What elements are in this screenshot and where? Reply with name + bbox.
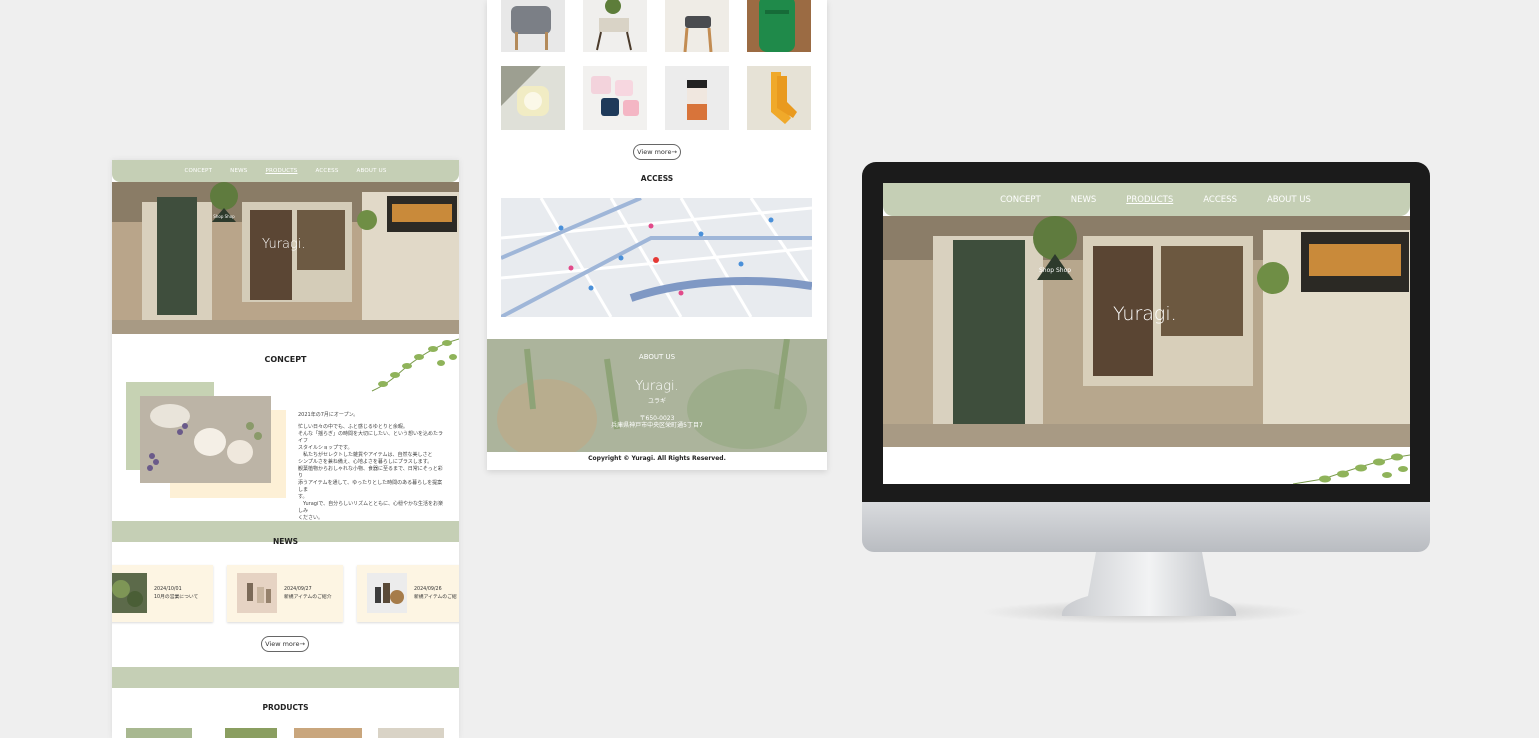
- news-title-text: 新規アイテムのご紹介: [284, 595, 332, 600]
- imac-nav-news[interactable]: NEWS: [1071, 195, 1097, 205]
- products-band: [112, 667, 459, 688]
- news-card[interactable]: 2024/09/27 新規アイテムのご紹介: [227, 565, 343, 622]
- imac-stand: [1061, 552, 1237, 616]
- about-kana: ユラギ: [647, 398, 666, 405]
- products-title-left: PRODUCTS: [262, 703, 309, 712]
- news-view-more-button[interactable]: View more→: [261, 636, 309, 652]
- access-map[interactable]: [501, 198, 812, 317]
- news-thumb: [237, 573, 277, 613]
- footer-copyright: Copyright © Yuragi. All Rights Reserved.: [588, 455, 726, 462]
- imac-nav-about[interactable]: ABOUT US: [1267, 195, 1311, 205]
- concept-line: 忙しい日々の中でも、ふと感じるゆとりと余暇。: [298, 424, 408, 430]
- imac-nav-access[interactable]: ACCESS: [1203, 195, 1237, 205]
- nav-news[interactable]: NEWS: [230, 168, 247, 174]
- nav-products[interactable]: PRODUCTS: [265, 168, 297, 174]
- imac-hero-logo: Yuragi.: [1113, 303, 1177, 325]
- product-wood-chair-image[interactable]: [583, 0, 647, 52]
- shop-sign-text: Shop Shop: [213, 214, 235, 219]
- news-card[interactable]: 2024/09/26 新規アイテムのご紹: [357, 565, 459, 622]
- product-thumb[interactable]: [378, 728, 444, 738]
- nav-concept[interactable]: CONCEPT: [184, 168, 212, 174]
- product-mugs-image[interactable]: [583, 66, 647, 130]
- hero-logo: Yuragi.: [262, 237, 306, 252]
- concept-text: 2021年の7月にオープン。 忙しい日々の中でも、ふと感じるゆとりと余暇。 そん…: [298, 412, 444, 522]
- about-address: 兵庫県神戸市中央区栄町通5丁目7: [611, 422, 703, 429]
- news-thumb: [367, 573, 407, 613]
- news-date: 2024/09/27: [284, 587, 312, 592]
- imac-chin: [862, 502, 1430, 552]
- imac-site-nav: CONCEPT NEWS PRODUCTS ACCESS ABOUT US: [883, 183, 1410, 216]
- access-title: ACCESS: [640, 174, 674, 183]
- concept-line: シンプルさを兼ね備え、心地よさを暮らしにプラスします。: [298, 459, 433, 465]
- product-socks-image[interactable]: [747, 66, 811, 130]
- hero-image: Shop Shop: [112, 182, 459, 334]
- imac-shop-sign-text: Shop Shop: [1039, 267, 1071, 274]
- news-card[interactable]: 2024/10/01 10月の営業について: [112, 565, 213, 622]
- concept-line: 添うアイテムを通して、ゆったりとした時間のある暮らしを提案しま: [298, 480, 443, 493]
- product-dining-chair-image[interactable]: [665, 0, 729, 52]
- concept-line: Yuragiで、自分らしいリズムとともに、心穏やかな生活をお楽しみ: [298, 501, 443, 514]
- about-title: ABOUT US: [638, 353, 676, 361]
- imac-hero-image: Shop Shop: [883, 216, 1410, 447]
- product-green-cabinet-image[interactable]: [747, 0, 811, 52]
- news-title-text: 10月の営業について: [154, 595, 199, 600]
- product-thumb[interactable]: [294, 728, 362, 738]
- imac-ivy-decoration: [1293, 453, 1410, 484]
- concept-line: 私たちがセレクトした雑貨やアイテムは、自然な美しさと: [298, 452, 433, 458]
- product-thumb[interactable]: [225, 728, 277, 738]
- concept-line: す。: [298, 494, 308, 500]
- ivy-decoration: [371, 338, 459, 392]
- concept-line: 観葉植物からおしゃれな小物、食器に至るまで、日常にそっと彩り: [298, 466, 443, 479]
- news-date: 2024/10/01: [154, 587, 182, 592]
- concept-line: 2021年の7月にオープン。: [298, 412, 359, 418]
- product-thumb[interactable]: [126, 728, 192, 738]
- product-pitcher-image[interactable]: [665, 66, 729, 130]
- product-armchair-image[interactable]: [501, 0, 565, 52]
- nav-about[interactable]: ABOUT US: [357, 168, 387, 174]
- news-title: NEWS: [272, 537, 299, 546]
- nav-access[interactable]: ACCESS: [316, 168, 339, 174]
- concept-line: そんな「揺らぎ」の時間を大切にしたい、という想いを込めたライフ: [298, 431, 444, 444]
- imac-screen: CONCEPT NEWS PRODUCTS ACCESS ABOUT US Sh…: [883, 183, 1410, 484]
- products-view-more-button[interactable]: View more→: [633, 144, 681, 160]
- concept-candles-image: [140, 396, 271, 483]
- mockup-full-page: CONCEPT NEWS PRODUCTS ACCESS ABOUT US Sh…: [112, 160, 459, 738]
- about-logo: Yuragi.: [635, 379, 679, 394]
- mockup-scrolled-page: View more→ ACCESS ABOUT US Yuragi. ユラギ 〒…: [487, 0, 827, 470]
- news-date: 2024/09/26: [414, 587, 442, 592]
- concept-line: スタイルショップです。: [298, 445, 353, 451]
- product-clock-image[interactable]: [501, 66, 565, 130]
- imac-nav-products[interactable]: PRODUCTS: [1126, 195, 1173, 205]
- site-nav: CONCEPT NEWS PRODUCTS ACCESS ABOUT US: [112, 160, 459, 182]
- news-title-text: 新規アイテムのご紹: [414, 595, 457, 600]
- news-thumb: [112, 573, 147, 613]
- imac-nav-concept[interactable]: CONCEPT: [1000, 195, 1041, 205]
